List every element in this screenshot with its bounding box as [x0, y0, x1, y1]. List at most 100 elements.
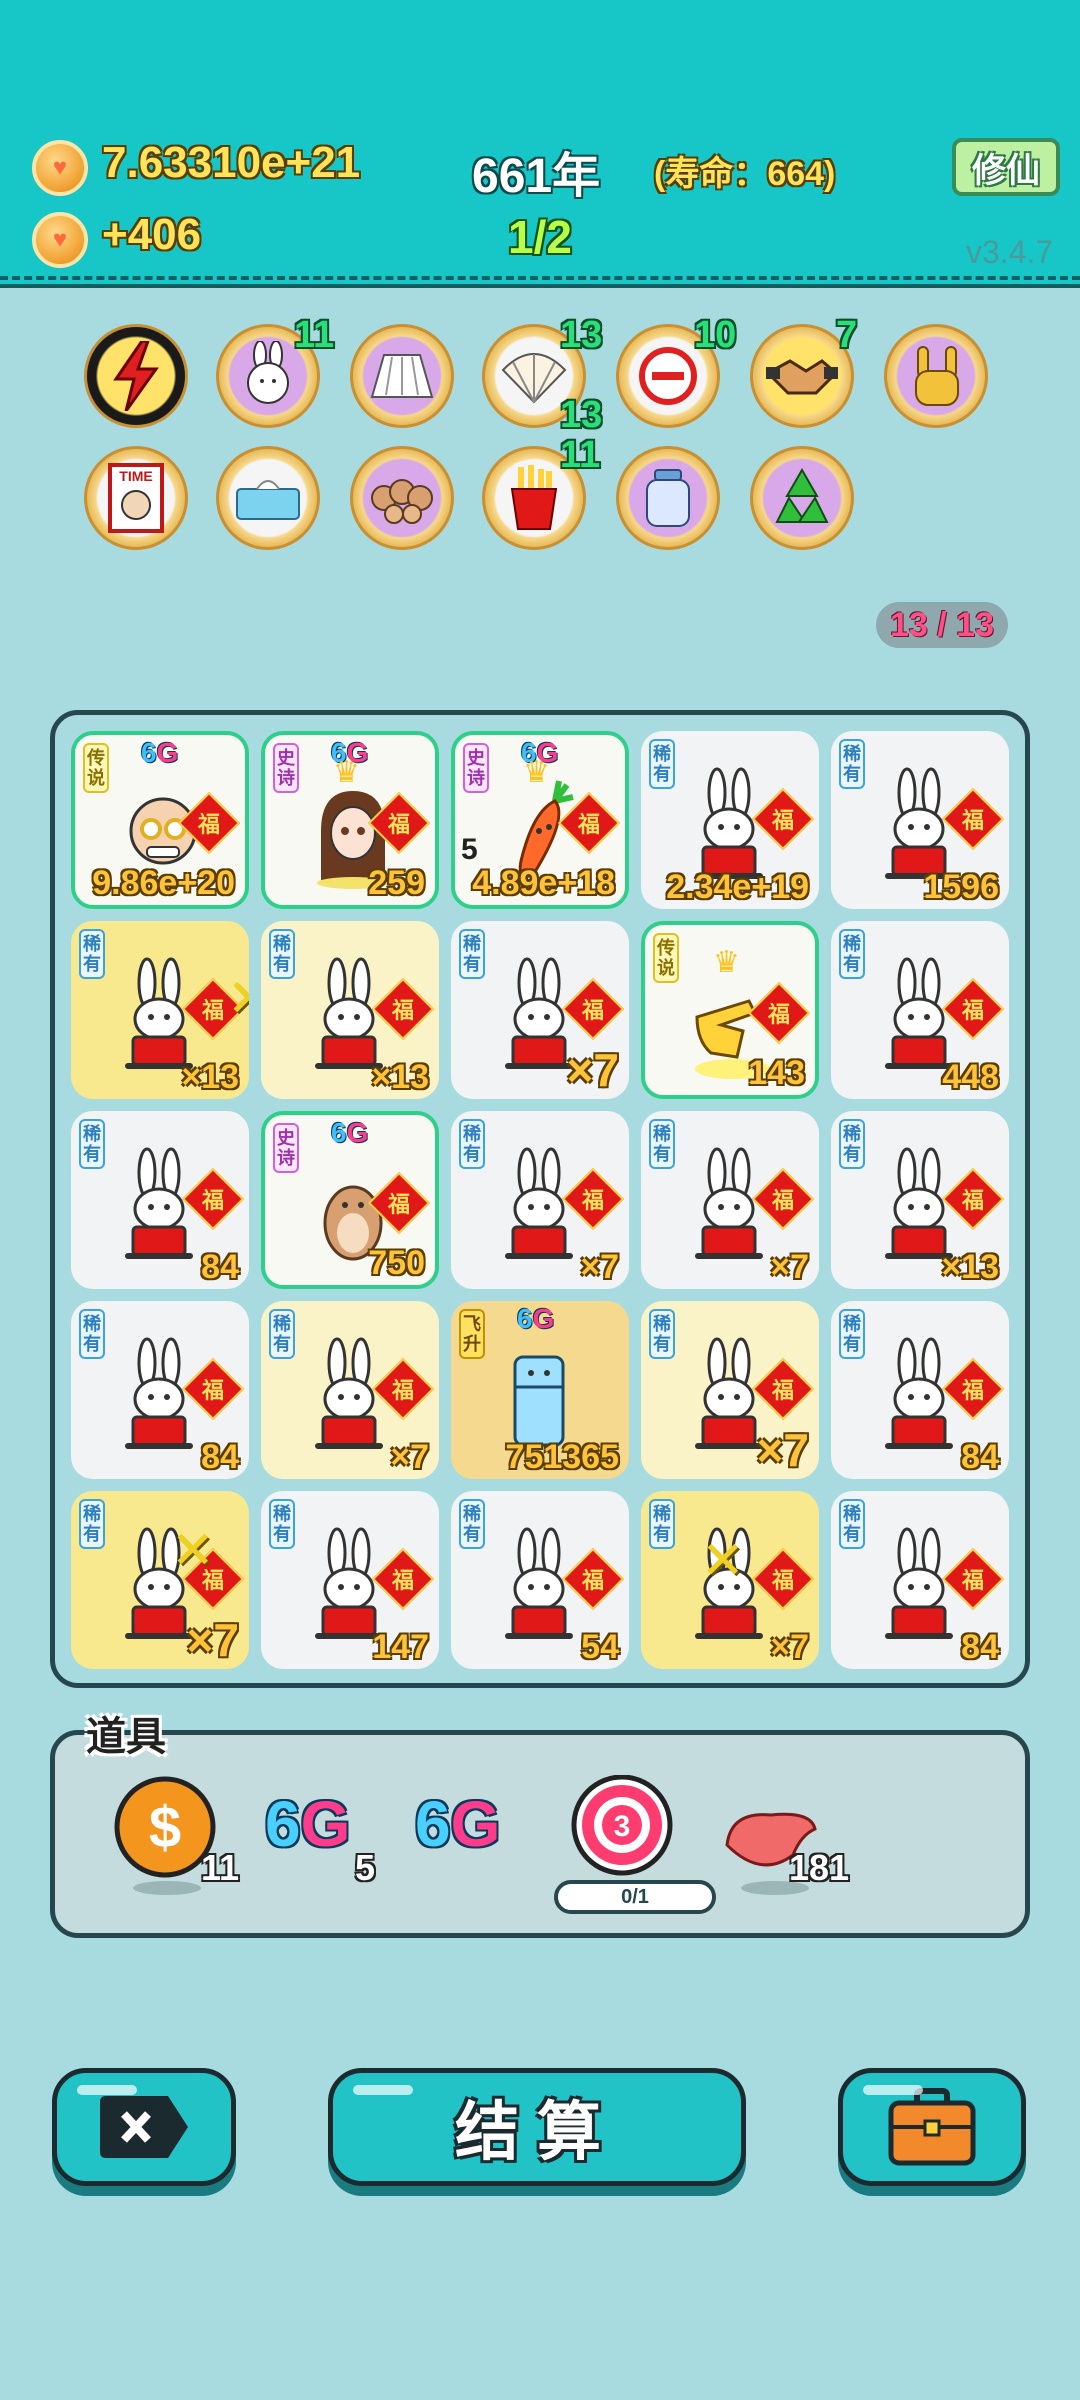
svg-text:TIME: TIME: [119, 468, 152, 484]
year-counter: 661年: [472, 150, 601, 203]
board-tile[interactable]: 稀有福 147: [261, 1491, 439, 1669]
board-tile[interactable]: 稀有福 448: [831, 921, 1009, 1099]
cross-mark-icon: ✕: [171, 1522, 215, 1580]
board-tile[interactable]: 稀有福 1596: [831, 731, 1009, 909]
fu-label: 福: [767, 1002, 790, 1027]
bunny-icon: [125, 1147, 193, 1259]
rarity-tag: 稀有: [649, 1499, 675, 1549]
fu-label: 福: [581, 1568, 604, 1593]
board-tile[interactable]: 稀有福 ✕ ×13: [71, 921, 249, 1099]
bunny-icon: [885, 1337, 953, 1449]
cross-mark-icon: ✕: [227, 970, 249, 1028]
tile-value: 54: [581, 1628, 619, 1666]
hamster-family-icon[interactable]: [350, 446, 454, 550]
fu-label: 福: [771, 808, 794, 833]
board-tile[interactable]: 稀有福 84: [831, 1301, 1009, 1479]
recycle-icon[interactable]: [750, 446, 854, 550]
skill-count-handshake: 7: [836, 314, 858, 356]
tile-value: 751365: [505, 1438, 619, 1476]
board-tile[interactable]: 稀有福 ×7: [261, 1301, 439, 1479]
fu-label: 福: [961, 1188, 984, 1213]
board-tile[interactable]: 稀有福 ×13: [831, 1111, 1009, 1289]
rarity-tag: 稀有: [269, 1309, 295, 1359]
props-panel: $ 11 6G 5 6G 3 181: [50, 1730, 1030, 1938]
rarity-tag: 史诗: [273, 1123, 299, 1173]
board-tile[interactable]: 稀有福 2.34e+19: [641, 731, 819, 909]
6g-badge: 6G: [517, 1303, 555, 1334]
tissue-box-icon[interactable]: [216, 446, 320, 550]
skirt-icon[interactable]: [350, 324, 454, 428]
tile-value: ×7: [580, 1248, 619, 1286]
rarity-tag: 稀有: [839, 1119, 865, 1169]
board-tile[interactable]: 稀有福 84: [831, 1491, 1009, 1669]
board-tile[interactable]: 稀有福 ✕ ×7: [641, 1491, 819, 1669]
tile-value: ×7: [756, 1424, 809, 1476]
lifespan-text: (寿命：664): [654, 155, 836, 193]
cultivate-button[interactable]: 修仙: [952, 138, 1060, 196]
tile-value: 1596: [923, 868, 999, 906]
close-icon: [100, 2096, 188, 2158]
board-tile[interactable]: 稀有福 ×7: [641, 1301, 819, 1479]
tile-value: 84: [961, 1628, 999, 1666]
board-tile[interactable]: 稀有福 84: [71, 1111, 249, 1289]
income-value: +406: [102, 210, 202, 259]
tile-value: ×7: [186, 1614, 239, 1666]
prop-6g-b[interactable]: 6G: [415, 1787, 500, 1861]
board-tile[interactable]: 史诗福 6G 750: [261, 1111, 439, 1289]
lightning-icon[interactable]: [84, 324, 188, 428]
board-tile[interactable]: 史诗福 6G ♛ 5 4.89e+18: [451, 731, 629, 909]
skill-count-minus: 10: [694, 314, 737, 356]
board-tile[interactable]: 稀有福 54: [451, 1491, 629, 1669]
board-tile[interactable]: 稀有福 ×7: [451, 921, 629, 1099]
fu-label: 福: [961, 808, 984, 833]
header-divider: [0, 276, 1080, 280]
bag-button[interactable]: [838, 2068, 1026, 2186]
board-tile[interactable]: 稀有福 ×7: [641, 1111, 819, 1289]
tile-value: 143: [748, 1054, 805, 1092]
skill-count-bunny: 11: [294, 314, 335, 356]
fu-label: 福: [581, 1188, 604, 1213]
fu-label: 福: [577, 812, 600, 837]
time-magazine-icon[interactable]: TIME: [84, 446, 188, 550]
prop-target[interactable]: 3: [567, 1775, 677, 1895]
rarity-tag: 稀有: [839, 929, 865, 979]
rock-hand-icon[interactable]: [884, 324, 988, 428]
crown-icon: ♛: [333, 756, 360, 789]
rarity-tag: 稀有: [269, 1499, 295, 1549]
rarity-tag: 传说: [83, 743, 109, 793]
rarity-tag: 史诗: [463, 743, 489, 793]
props-label: 道具: [86, 1715, 166, 1759]
jar-icon[interactable]: [616, 446, 720, 550]
tile-level: 5: [461, 833, 478, 866]
board-tile[interactable]: 飞升 6G 751365: [451, 1301, 629, 1479]
rarity-tag: 传说: [653, 933, 679, 983]
board-tile[interactable]: 稀有福 84: [71, 1301, 249, 1479]
tile-value: ×13: [371, 1058, 429, 1096]
board-tile[interactable]: 稀有福 ×13: [261, 921, 439, 1099]
skill-count-shell: 13: [560, 314, 603, 356]
fu-label: 福: [771, 1378, 794, 1403]
settle-button[interactable]: 结算: [328, 2068, 746, 2186]
rarity-tag: 稀有: [649, 1119, 675, 1169]
prop-6g-a-count: 5: [355, 1847, 376, 1888]
rarity-tag: 稀有: [649, 739, 675, 789]
bunny-icon: [505, 1147, 573, 1259]
rarity-tag: 稀有: [459, 1119, 485, 1169]
board-tile[interactable]: 传说福 6G 9.86e+20: [71, 731, 249, 909]
income-coin-icon: ♥: [32, 212, 88, 268]
prop-6g-a[interactable]: 6G: [265, 1787, 350, 1861]
tile-value: 84: [201, 1248, 239, 1286]
version-label: v3.4.7: [966, 234, 1054, 270]
exit-button[interactable]: [52, 2068, 236, 2186]
rarity-tag: 稀有: [459, 1499, 485, 1549]
prop-liver-count: 181: [789, 1847, 850, 1888]
board-tile[interactable]: 传说福 ♛ 143: [641, 921, 819, 1099]
tile-value: ×13: [181, 1058, 239, 1096]
crown-icon: ♛: [713, 946, 740, 979]
board-tile[interactable]: 稀有福 ×7: [451, 1111, 629, 1289]
rarity-tag: 稀有: [269, 929, 295, 979]
board-tile[interactable]: 稀有福 ✕ ×7: [71, 1491, 249, 1669]
fu-label: 福: [391, 1568, 414, 1593]
fu-label: 福: [581, 998, 604, 1023]
board-tile[interactable]: 史诗福 6G ♛ 259: [261, 731, 439, 909]
